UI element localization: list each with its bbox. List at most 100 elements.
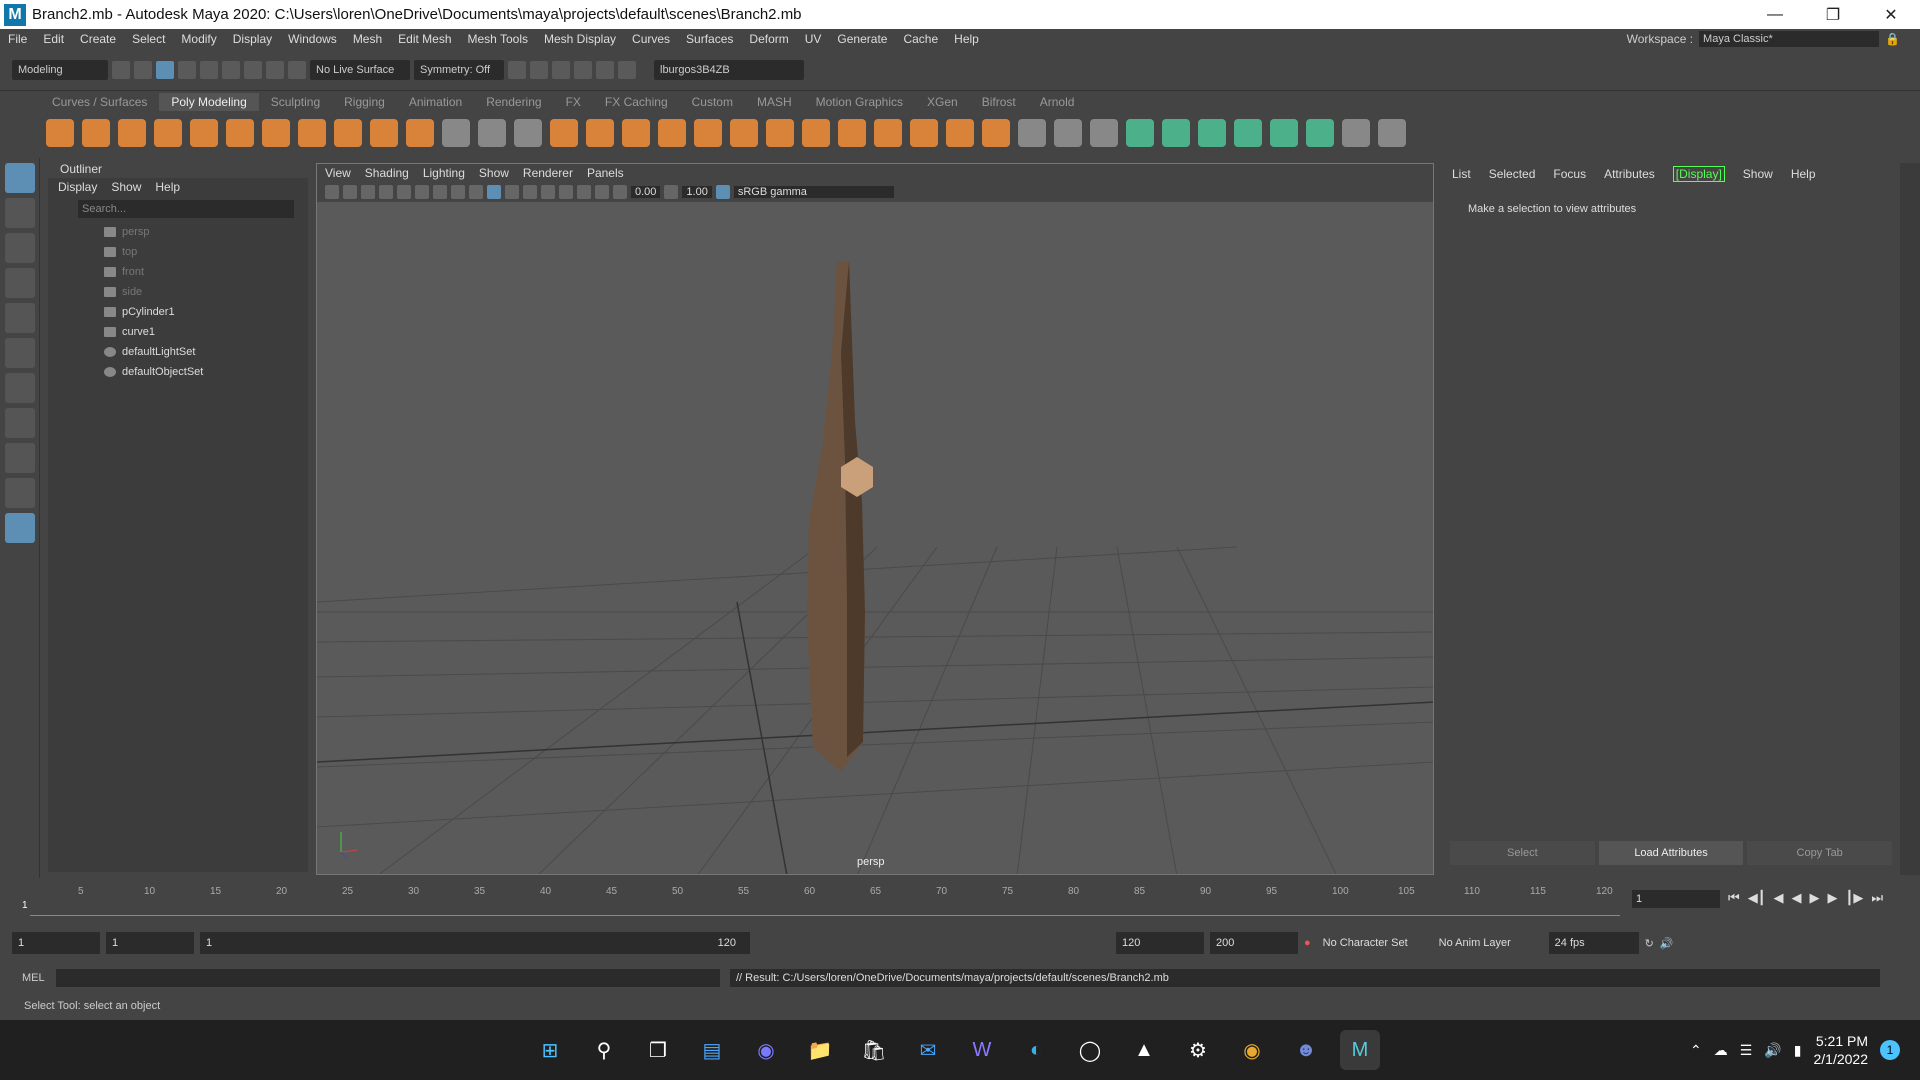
minimize-button[interactable]: —	[1746, 0, 1804, 29]
outliner-menu-display[interactable]: Display	[58, 178, 97, 196]
task-view-icon[interactable]: ❐	[638, 1030, 678, 1070]
wifi-icon[interactable]: ☰	[1740, 1042, 1753, 1059]
smooth-shade-icon[interactable]	[487, 185, 501, 199]
fps-select[interactable]: 24 fps	[1548, 932, 1639, 954]
grid-icon[interactable]	[397, 185, 411, 199]
xray-icon[interactable]	[595, 185, 609, 199]
ae-menu-help[interactable]: Help	[1791, 163, 1816, 185]
close-button[interactable]: ✕	[1862, 0, 1920, 29]
uv-cylindrical-icon[interactable]	[1162, 119, 1190, 147]
select-component-icon[interactable]	[178, 60, 196, 79]
shelf-tab-rendering[interactable]: Rendering	[474, 93, 553, 111]
end-time-field[interactable]: 200	[1210, 932, 1298, 954]
mail-icon[interactable]: ✉	[908, 1030, 948, 1070]
hypershade-icon[interactable]	[574, 60, 592, 79]
shelf-tab-curves-surfaces[interactable]: Curves / Surfaces	[40, 93, 159, 111]
mirror-icon[interactable]	[586, 119, 614, 147]
poly-type-icon[interactable]	[370, 119, 398, 147]
super-shape-icon[interactable]	[334, 119, 362, 147]
slide-edge-icon[interactable]	[910, 119, 938, 147]
edge-loop-icon[interactable]	[1054, 119, 1082, 147]
ae-menu-show[interactable]: Show	[1743, 163, 1773, 185]
menu-cache[interactable]: Cache	[895, 32, 946, 46]
resolution-gate-icon[interactable]	[433, 185, 447, 199]
two-pane-layout-icon[interactable]	[5, 478, 35, 508]
steam-icon[interactable]: ⚙	[1178, 1030, 1218, 1070]
writer-icon[interactable]: W	[962, 1030, 1002, 1070]
menuset-select[interactable]: Modeling	[12, 59, 108, 80]
anim-layer-select[interactable]: No Anim Layer	[1433, 932, 1543, 954]
outliner-item-persp[interactable]: persp	[48, 222, 308, 242]
shelf-tab-rigging[interactable]: Rigging	[332, 93, 397, 111]
render-view-icon[interactable]	[596, 60, 614, 79]
outliner-item-pcylinder1[interactable]: pCylinder1	[48, 302, 308, 322]
pause-icon[interactable]	[618, 60, 636, 79]
wedge-icon[interactable]	[802, 119, 830, 147]
inkscape-icon[interactable]: ▲	[1124, 1030, 1164, 1070]
outliner-item-top[interactable]: top	[48, 242, 308, 262]
menu-mesh[interactable]: Mesh	[345, 32, 390, 46]
shelf-tab-fx[interactable]: FX	[554, 93, 593, 111]
uv-unfold-icon[interactable]	[1270, 119, 1298, 147]
play-forward-icon[interactable]: ▶	[1810, 890, 1820, 906]
boolean-icon[interactable]	[550, 119, 578, 147]
select-object-icon[interactable]	[156, 60, 174, 79]
clock[interactable]: 5:21 PM 2/1/2022	[1814, 1032, 1869, 1068]
command-language-toggle[interactable]: MEL	[0, 972, 56, 984]
multi-cut-icon[interactable]	[1018, 119, 1046, 147]
film-gate-icon[interactable]	[415, 185, 429, 199]
ae-menu-attributes[interactable]: Attributes	[1604, 163, 1655, 185]
step-forward-icon[interactable]: ▶	[1828, 890, 1838, 906]
snap-view-icon[interactable]	[266, 60, 284, 79]
poly-torus-icon[interactable]	[190, 119, 218, 147]
viewport-menu-shading[interactable]: Shading	[365, 164, 409, 182]
uv-layout-icon[interactable]	[1306, 119, 1334, 147]
file-explorer-icon[interactable]: 📁	[800, 1030, 840, 1070]
go-to-end-icon[interactable]: ⏭	[1871, 890, 1883, 906]
ipr-render-icon[interactable]	[530, 60, 548, 79]
bridge-icon[interactable]	[658, 119, 686, 147]
ae-copy-tab-button[interactable]: Copy Tab	[1747, 841, 1893, 865]
poly-plane-icon[interactable]	[226, 119, 254, 147]
outliner-menu-show[interactable]: Show	[111, 178, 141, 196]
auto-key-icon[interactable]: ●	[1304, 937, 1311, 949]
volume-icon[interactable]: 🔊	[1764, 1042, 1781, 1059]
last-tool-icon[interactable]	[5, 373, 35, 403]
select-hierarchy-icon[interactable]	[134, 60, 152, 79]
sew-uv-icon[interactable]	[1378, 119, 1406, 147]
paint-select-icon[interactable]	[5, 233, 35, 263]
app-icon[interactable]: ◯	[1070, 1030, 1110, 1070]
viewport-menu-show[interactable]: Show	[479, 164, 509, 182]
image-plane-icon[interactable]	[379, 185, 393, 199]
wireframe-icon[interactable]	[469, 185, 483, 199]
camera-select-icon[interactable]	[325, 185, 339, 199]
menu-display[interactable]: Display	[225, 32, 280, 46]
lock-icon[interactable]: 🔒	[1885, 32, 1900, 46]
side-tabs[interactable]	[1900, 163, 1920, 875]
time-slider[interactable]: 5 10 15 20 25 30 35 40 45 50 55 60 65 70…	[0, 880, 1920, 922]
current-frame-marker[interactable]: 1	[22, 900, 28, 911]
character-set-select[interactable]: No Character Set	[1317, 932, 1427, 954]
branch-mesh[interactable]	[807, 261, 873, 772]
poke-icon[interactable]	[838, 119, 866, 147]
menu-windows[interactable]: Windows	[280, 32, 345, 46]
loop-icon[interactable]: ↻	[1645, 937, 1654, 950]
uv-planar-icon[interactable]	[1126, 119, 1154, 147]
store-icon[interactable]: 🛍	[854, 1030, 894, 1070]
shelf-tab-motion-graphics[interactable]: Motion Graphics	[804, 93, 915, 111]
poly-disc-icon[interactable]	[262, 119, 290, 147]
bevel-icon[interactable]	[694, 119, 722, 147]
colorspace-select[interactable]: sRGB gamma	[733, 186, 894, 198]
menu-mesh-tools[interactable]: Mesh Tools	[460, 32, 536, 46]
separate-icon[interactable]	[478, 119, 506, 147]
shelf-tab-arnold[interactable]: Arnold	[1028, 93, 1087, 111]
ae-load-attributes-button[interactable]: Load Attributes	[1598, 841, 1744, 865]
current-frame-field[interactable]: 1	[1632, 890, 1720, 908]
ae-menu-display[interactable]: [Display]	[1672, 166, 1725, 182]
viewport-persp[interactable]: View Shading Lighting Show Renderer Pane…	[316, 163, 1434, 875]
outliner-item-front[interactable]: front	[48, 262, 308, 282]
outliner-layout-icon[interactable]	[5, 513, 35, 543]
start-icon[interactable]: ⊞	[530, 1030, 570, 1070]
append-icon[interactable]	[766, 119, 794, 147]
isolate-icon[interactable]	[577, 185, 591, 199]
